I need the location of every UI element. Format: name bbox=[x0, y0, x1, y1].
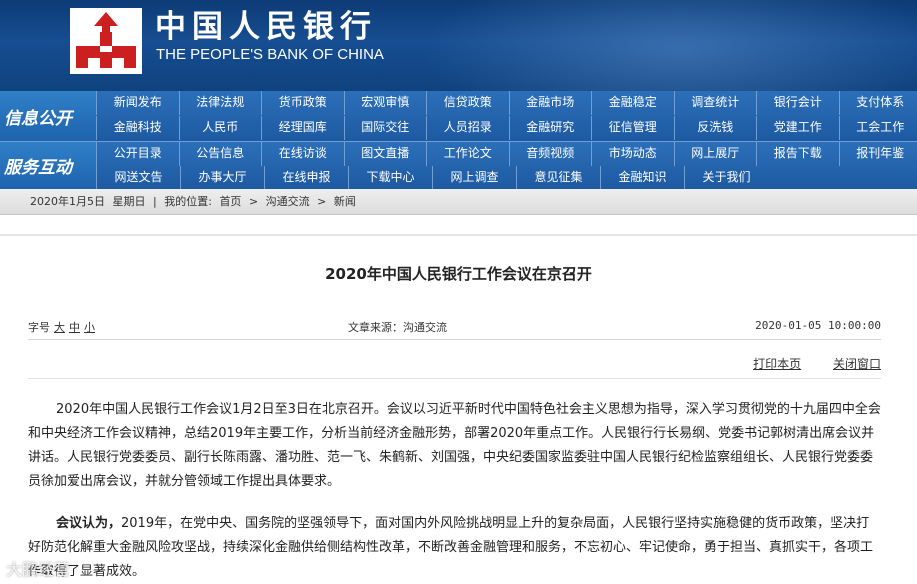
nav-info-row1: 新闻发布 法律法规 货币政策 宏观审慎 信贷政策 金融市场 金融稳定 调查统计 … bbox=[96, 91, 917, 115]
nav-item[interactable]: 公告信息 bbox=[178, 142, 262, 166]
breadcrumb-level2-link[interactable]: 新闻 bbox=[334, 195, 356, 208]
nav-item[interactable]: 信贷政策 bbox=[426, 91, 509, 115]
current-date: 2020年1月5日 bbox=[30, 195, 105, 208]
nav-item[interactable]: 征信管理 bbox=[591, 116, 674, 140]
nav-item[interactable]: 宏观审慎 bbox=[343, 91, 427, 115]
nav-item[interactable]: 人民币 bbox=[178, 116, 262, 140]
site-header: 中国人民银行 THE PEOPLE'S BANK OF CHINA bbox=[0, 0, 917, 91]
breadcrumb-inner: 2020年1月5日 星期日 | 我的位置: 首页 > 沟通交流 > 新闻 bbox=[30, 189, 360, 215]
paragraph-body: 2019年，在党中央、国务院的坚强领导下，面对国内外风险挑战明显上升的复杂局面，… bbox=[28, 516, 874, 579]
nav-item[interactable]: 新闻发布 bbox=[96, 91, 179, 115]
nav-service-row2: 网送文告 办事大厅 在线申报 下载中心 网上调查 意见征集 金融知识 关于我们 bbox=[96, 166, 768, 190]
close-window-link[interactable]: 关闭窗口 bbox=[833, 357, 881, 371]
breadcrumb: 2020年1月5日 星期日 | 我的位置: 首页 > 沟通交流 > 新闻 bbox=[0, 189, 917, 215]
font-size-control: 字号大中小 bbox=[28, 319, 95, 335]
nav-item[interactable]: 人员招录 bbox=[426, 116, 509, 140]
nav-item[interactable]: 网上展厅 bbox=[673, 142, 757, 166]
meta-divider bbox=[28, 339, 881, 340]
nav-service-row1: 公开目录 公告信息 在线访谈 图文直播 工作论文 音频视频 市场动态 网上展厅 … bbox=[96, 142, 917, 166]
nav-item[interactable]: 网送文告 bbox=[96, 166, 180, 190]
nav-item[interactable]: 市场动态 bbox=[591, 142, 674, 166]
nav-item[interactable]: 在线访谈 bbox=[261, 142, 344, 166]
site-title-en: THE PEOPLE'S BANK OF CHINA bbox=[156, 46, 384, 63]
nav-item[interactable]: 报刊年鉴 bbox=[838, 142, 917, 166]
nav-item[interactable]: 办事大厅 bbox=[180, 166, 264, 190]
site-title-cn: 中国人民银行 bbox=[155, 9, 377, 45]
font-medium-link[interactable]: 中 bbox=[69, 321, 80, 334]
font-size-label: 字号 bbox=[28, 321, 50, 334]
nav-item[interactable]: 金融科技 bbox=[96, 116, 179, 140]
nav-info-label: 信息公开 bbox=[0, 91, 96, 141]
font-small-link[interactable]: 小 bbox=[84, 321, 95, 334]
nav-item[interactable]: 国际交往 bbox=[343, 116, 427, 140]
nav-info-row2: 金融科技 人民币 经理国库 国际交往 人员招录 金融研究 征信管理 反洗钱 党建… bbox=[96, 116, 917, 140]
article-title: 2020年中国人民银行工作会议在京召开 bbox=[325, 265, 592, 283]
nav-item[interactable]: 金融稳定 bbox=[591, 91, 674, 115]
nav-item[interactable]: 党建工作 bbox=[756, 116, 839, 140]
nav-item[interactable]: 反洗钱 bbox=[673, 116, 757, 140]
header-glow bbox=[420, 0, 917, 91]
nav-item[interactable]: 关于我们 bbox=[684, 166, 768, 190]
watermark: 大鹏经营 bbox=[6, 560, 71, 579]
article-paragraph-1: 2020年中国人民银行工作会议1月2日至3日在北京召开。会议以习近平新时代中国特… bbox=[28, 402, 881, 489]
breadcrumb-sep: > bbox=[248, 195, 259, 208]
nav-item[interactable]: 图文直播 bbox=[343, 142, 427, 166]
nav-item[interactable]: 经理国库 bbox=[261, 116, 344, 140]
nav-item[interactable]: 网上调查 bbox=[432, 166, 516, 190]
article-area: 2020年中国人民银行工作会议在京召开 字号大中小 文章来源：沟通交流 2020… bbox=[0, 216, 917, 584]
breadcrumb-level1-link[interactable]: 沟通交流 bbox=[266, 195, 310, 208]
article-meta: 字号大中小 文章来源：沟通交流 2020-01-05 10:00:00 bbox=[28, 319, 881, 335]
breadcrumb-home-link[interactable]: 首页 bbox=[219, 195, 241, 208]
article-date: 2020-01-05 10:00:00 bbox=[755, 319, 881, 332]
page: 中国人民银行 THE PEOPLE'S BANK OF CHINA 信息公开 新… bbox=[0, 0, 917, 584]
font-large-link[interactable]: 大 bbox=[54, 321, 65, 334]
nav-item[interactable]: 报告下载 bbox=[756, 142, 839, 166]
article-source: 文章来源：沟通交流 bbox=[348, 321, 447, 334]
nav-item[interactable]: 意见征集 bbox=[516, 166, 600, 190]
nav-item[interactable]: 工作论文 bbox=[426, 142, 509, 166]
nav-service-section: 服务互动 公开目录 公告信息 在线访谈 图文直播 工作论文 音频视频 市场动态 … bbox=[0, 141, 917, 190]
article-paragraph-2: 会议认为，2019年，在党中央、国务院的坚强领导下，面对国内外风险挑战明显上升的… bbox=[28, 512, 881, 584]
nav-service-label: 服务互动 bbox=[0, 142, 96, 189]
nav-info-section: 信息公开 新闻发布 法律法规 货币政策 宏观审慎 信贷政策 金融市场 金融稳定 … bbox=[0, 91, 917, 141]
nav-item[interactable]: 金融市场 bbox=[508, 91, 592, 115]
nav-item[interactable]: 金融知识 bbox=[600, 166, 684, 190]
print-page-link[interactable]: 打印本页 bbox=[753, 357, 801, 371]
paragraph-lead: 会议认为， bbox=[56, 516, 122, 531]
nav-item[interactable]: 金融研究 bbox=[508, 116, 592, 140]
nav-item[interactable]: 工会工作 bbox=[838, 116, 917, 140]
current-weekday: 星期日 bbox=[112, 195, 146, 208]
nav-item[interactable]: 银行会计 bbox=[756, 91, 839, 115]
nav-item[interactable]: 公开目录 bbox=[96, 142, 179, 166]
article-top-divider bbox=[0, 234, 917, 236]
nav-item[interactable]: 在线申报 bbox=[264, 166, 348, 190]
tools-divider bbox=[28, 378, 881, 379]
nav-item[interactable]: 支付体系 bbox=[838, 91, 917, 115]
nav-item[interactable]: 调查统计 bbox=[673, 91, 757, 115]
breadcrumb-sep: > bbox=[317, 195, 327, 208]
pboc-logo-icon[interactable] bbox=[70, 8, 142, 74]
nav-item[interactable]: 法律法规 bbox=[178, 91, 262, 115]
nav-item[interactable]: 下载中心 bbox=[348, 166, 432, 190]
nav-item[interactable]: 音频视频 bbox=[508, 142, 592, 166]
article-tools: 打印本页 关闭窗口 bbox=[725, 355, 881, 372]
breadcrumb-prefix: 我的位置: bbox=[164, 195, 212, 208]
nav-item[interactable]: 货币政策 bbox=[261, 91, 344, 115]
breadcrumb-divider: | bbox=[153, 195, 157, 208]
